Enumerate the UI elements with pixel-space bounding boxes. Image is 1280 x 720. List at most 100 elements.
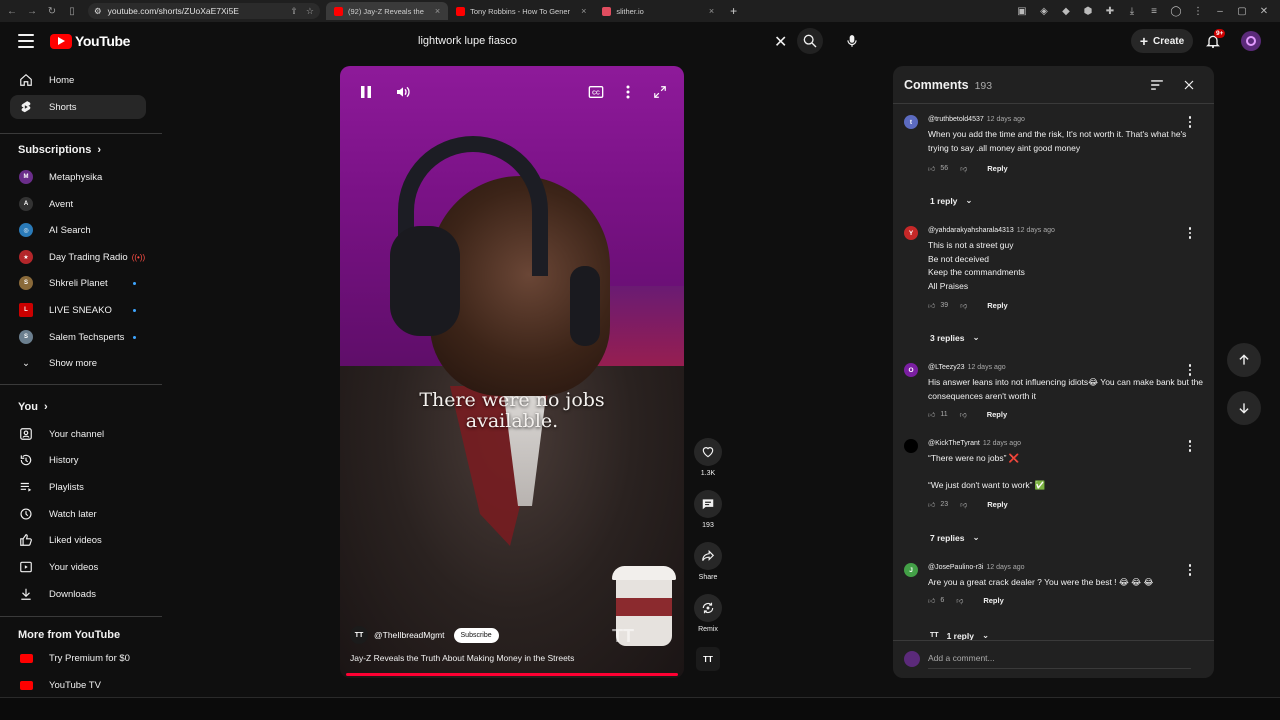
comment-like-button[interactable]: 👍︎ 39 — [928, 301, 948, 310]
pause-button[interactable] — [355, 81, 377, 103]
comment-like-button[interactable]: 👍︎ 6 — [928, 596, 944, 605]
comments-action[interactable]: 193 — [694, 490, 722, 529]
extension-icon[interactable]: ◈ — [1038, 5, 1050, 17]
sidebar-item-your-channel[interactable]: Your channel — [10, 422, 146, 446]
you-heading[interactable]: You › — [18, 401, 48, 413]
comment-author[interactable]: @KickTheTyrant — [928, 440, 980, 447]
reload-icon[interactable]: ↻ — [46, 5, 58, 17]
video-title[interactable]: Jay-Z Reveals the Truth About Making Mon… — [350, 653, 574, 663]
tab-close-icon[interactable]: × — [709, 6, 714, 16]
comment-options-icon[interactable] — [1186, 439, 1194, 453]
menu-icon[interactable]: ⋮ — [1192, 5, 1204, 17]
search-input[interactable] — [408, 35, 748, 47]
remix-action[interactable]: Remix — [694, 594, 722, 633]
search-button[interactable] — [797, 28, 823, 54]
share-page-icon[interactable]: ⇪ — [290, 6, 298, 17]
shorts-video-player[interactable]: There were no jobs available. CC TT TT @… — [340, 66, 684, 678]
thumb-down-icon[interactable]: 👎︎ — [960, 410, 967, 419]
bookmark-star-icon[interactable]: ☆ — [306, 6, 314, 17]
voice-search-button[interactable] — [840, 29, 864, 53]
commenter-avatar[interactable]: O — [904, 363, 918, 377]
profile-icon[interactable]: ◯ — [1170, 5, 1182, 17]
comment-author[interactable]: @JosePaulino-r3i — [928, 564, 983, 571]
extension-icon[interactable]: ▣ — [1016, 5, 1028, 17]
sidebar-item-youtube-tv[interactable]: YouTube TV — [10, 673, 146, 697]
reply-button[interactable]: Reply — [987, 500, 1007, 509]
extensions-puzzle-icon[interactable]: ✚ — [1104, 5, 1116, 17]
browser-tab[interactable]: slither.io × — [594, 2, 722, 20]
extension-icon[interactable]: ⬢ — [1082, 5, 1094, 17]
sort-comments-button[interactable] — [1149, 77, 1165, 93]
sidebar-item-downloads[interactable]: Downloads — [10, 582, 146, 606]
browser-tab[interactable]: Tony Robbins - How To Gener × — [448, 2, 594, 20]
menu-icon[interactable] — [18, 34, 34, 48]
download-icon[interactable]: ⤓ — [1126, 5, 1138, 17]
youtube-logo[interactable]: YouTube — [50, 33, 130, 49]
more-options-button[interactable] — [617, 81, 639, 103]
channel-avatar-icon[interactable]: TT — [350, 626, 368, 644]
maximize-icon[interactable]: ▢ — [1236, 5, 1248, 17]
previous-video-button[interactable] — [1227, 343, 1261, 377]
reply-button[interactable]: Reply — [983, 596, 1003, 605]
thumb-down-icon[interactable]: 👎︎ — [960, 301, 967, 310]
share-button[interactable] — [694, 542, 722, 570]
clear-search-icon[interactable]: ✕ — [774, 32, 787, 52]
back-icon[interactable]: ← — [6, 5, 18, 17]
account-avatar[interactable] — [1241, 31, 1261, 51]
site-info-icon[interactable]: ⚙ — [94, 6, 102, 17]
reply-button[interactable]: Reply — [987, 410, 1007, 419]
like-button[interactable] — [694, 438, 722, 466]
next-video-button[interactable] — [1227, 391, 1261, 425]
comment-like-button[interactable]: 👍︎ 56 — [928, 164, 948, 173]
sidebar-item-shorts[interactable]: Shorts — [10, 95, 146, 119]
thumb-down-icon[interactable]: 👎︎ — [956, 596, 963, 605]
sidebar-item-subscription[interactable]: S Shkreli Planet — [10, 271, 146, 295]
sidebar-item-subscription[interactable]: A Avent — [10, 192, 146, 216]
remix-button[interactable] — [694, 594, 722, 622]
comment-options-icon[interactable] — [1186, 363, 1194, 377]
commenter-avatar[interactable]: t — [904, 115, 918, 129]
sidebar-item-history[interactable]: History — [10, 448, 146, 472]
add-comment-input[interactable]: Add a comment... — [928, 653, 995, 663]
tab-close-icon[interactable]: × — [581, 6, 586, 16]
channel-logo-icon[interactable]: TT — [696, 647, 720, 671]
browser-tab-active[interactable]: (92) Jay-Z Reveals the × — [326, 2, 449, 20]
comment-author[interactable]: @LTeezy23 — [928, 364, 965, 371]
comment-options-icon[interactable] — [1186, 115, 1194, 129]
view-replies-button[interactable]: 3 replies ⌄ — [930, 332, 980, 343]
thumb-down-icon[interactable]: 👎︎ — [960, 500, 967, 509]
sidebar-item-liked-videos[interactable]: Liked videos — [10, 528, 146, 552]
create-button[interactable]: + Create — [1131, 29, 1193, 53]
commenter-avatar[interactable]: Y — [904, 226, 918, 240]
progress-bar[interactable] — [346, 673, 678, 676]
subscribe-button[interactable]: Subscribe — [453, 627, 499, 643]
close-window-icon[interactable]: ✕ — [1258, 5, 1270, 17]
sidebar-item-subscription[interactable]: L LIVE SNEAKO — [10, 298, 146, 322]
view-replies-button[interactable]: 7 replies ⌄ — [930, 532, 980, 543]
fullscreen-button[interactable] — [649, 81, 671, 103]
sidebar-item-premium[interactable]: Try Premium for $0 — [10, 646, 146, 670]
sidebar-item-your-videos[interactable]: Your videos — [10, 555, 146, 579]
notifications-button[interactable]: 9+ — [1203, 29, 1226, 51]
comments-button[interactable] — [694, 490, 722, 518]
volume-button[interactable] — [392, 81, 414, 103]
minimize-icon[interactable]: – — [1214, 5, 1226, 17]
channel-handle[interactable]: @TheIlbreadMgmt — [374, 630, 445, 640]
sidebar-item-subscription[interactable]: S Salem Techsperts — [10, 325, 146, 349]
reply-button[interactable]: Reply — [987, 301, 1007, 310]
like-action[interactable]: 1.3K — [694, 438, 722, 477]
sidebar-item-subscription[interactable]: M Metaphysika — [10, 165, 146, 189]
sidebar-item-home[interactable]: Home — [10, 68, 146, 92]
sidebar-item-subscription[interactable]: ◎ AI Search — [10, 218, 146, 242]
commenter-avatar[interactable] — [904, 439, 918, 453]
sidebar-toggle-icon[interactable]: ▯ — [66, 5, 78, 17]
view-replies-button[interactable]: 1 reply ⌄ — [930, 195, 973, 206]
commenter-avatar[interactable]: J — [904, 563, 918, 577]
comment-like-button[interactable]: 👍︎ 23 — [928, 500, 948, 509]
comment-options-icon[interactable] — [1186, 563, 1194, 577]
address-bar[interactable]: ⚙ youtube.com/shorts/ZUoXaE7Xi5E ⇪ ☆ — [88, 3, 320, 19]
comment-like-button[interactable]: 👍︎ 11 — [928, 410, 948, 419]
search-box[interactable]: ✕ — [408, 28, 796, 54]
subscriptions-heading[interactable]: Subscriptions › — [18, 144, 101, 156]
share-action[interactable]: Share — [694, 542, 722, 581]
